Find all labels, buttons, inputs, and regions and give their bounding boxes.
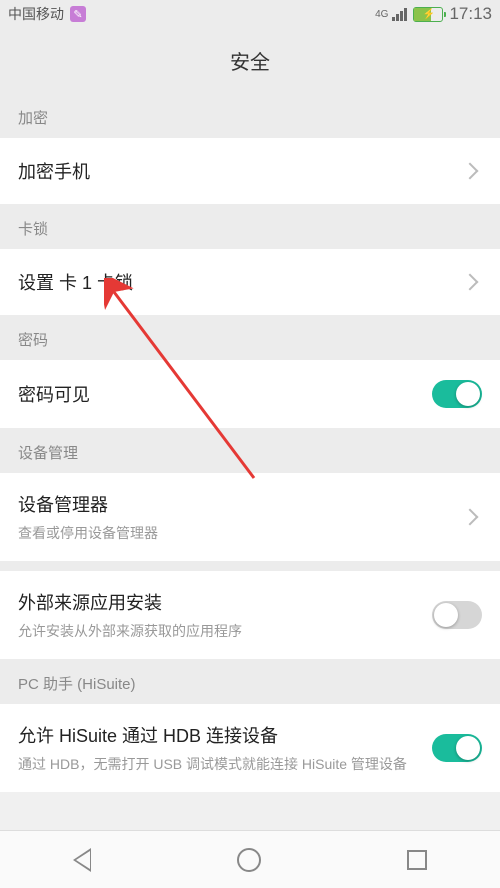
signal-icon (392, 7, 407, 21)
section-header-encrypt: 加密 (0, 93, 500, 138)
row-title: 允许 HiSuite 通过 HDB 连接设备 (18, 722, 432, 748)
toggle-hisuite-hdb[interactable] (432, 734, 482, 762)
nav-recent-button[interactable] (407, 850, 427, 870)
chevron-right-icon (462, 509, 479, 526)
section-header-cardlock: 卡锁 (0, 204, 500, 249)
toggle-password-visible[interactable] (432, 380, 482, 408)
section-header-pcsuite: PC 助手 (HiSuite) (0, 659, 500, 704)
nav-back-button[interactable] (73, 848, 91, 872)
page-title: 安全 (0, 28, 500, 93)
section-header-devicemgmt: 设备管理 (0, 428, 500, 473)
chevron-right-icon (462, 274, 479, 291)
row-encrypt-phone[interactable]: 加密手机 (0, 138, 500, 204)
row-title: 外部来源应用安装 (18, 589, 432, 615)
section-header-password: 密码 (0, 315, 500, 360)
battery-icon: ⚡ (413, 7, 443, 22)
nav-home-button[interactable] (237, 848, 261, 872)
toggle-unknown-sources[interactable] (432, 601, 482, 629)
row-title: 设备管理器 (18, 491, 464, 517)
status-bar: 中国移动 ✎ 4G ⚡ 17:13 (0, 0, 500, 28)
row-subtitle: 查看或停用设备管理器 (18, 523, 464, 543)
network-type-label: 4G (375, 9, 388, 20)
chevron-right-icon (462, 163, 479, 180)
row-device-admins[interactable]: 设备管理器 查看或停用设备管理器 (0, 473, 500, 561)
navigation-bar (0, 830, 500, 888)
row-hisuite-hdb[interactable]: 允许 HiSuite 通过 HDB 连接设备 通过 HDB，无需打开 USB 调… (0, 704, 500, 792)
app-badge-icon: ✎ (70, 6, 86, 22)
row-subtitle: 通过 HDB，无需打开 USB 调试模式就能连接 HiSuite 管理设备 (18, 754, 432, 774)
clock-label: 17:13 (449, 4, 492, 24)
carrier-label: 中国移动 (8, 4, 64, 24)
row-title: 设置 卡 1 卡锁 (18, 269, 464, 295)
row-password-visible[interactable]: 密码可见 (0, 360, 500, 428)
row-title: 密码可见 (18, 381, 432, 407)
row-title: 加密手机 (18, 158, 464, 184)
row-unknown-sources[interactable]: 外部来源应用安装 允许安装从外部来源获取的应用程序 (0, 571, 500, 659)
row-sim-lock[interactable]: 设置 卡 1 卡锁 (0, 249, 500, 315)
row-subtitle: 允许安装从外部来源获取的应用程序 (18, 621, 432, 641)
